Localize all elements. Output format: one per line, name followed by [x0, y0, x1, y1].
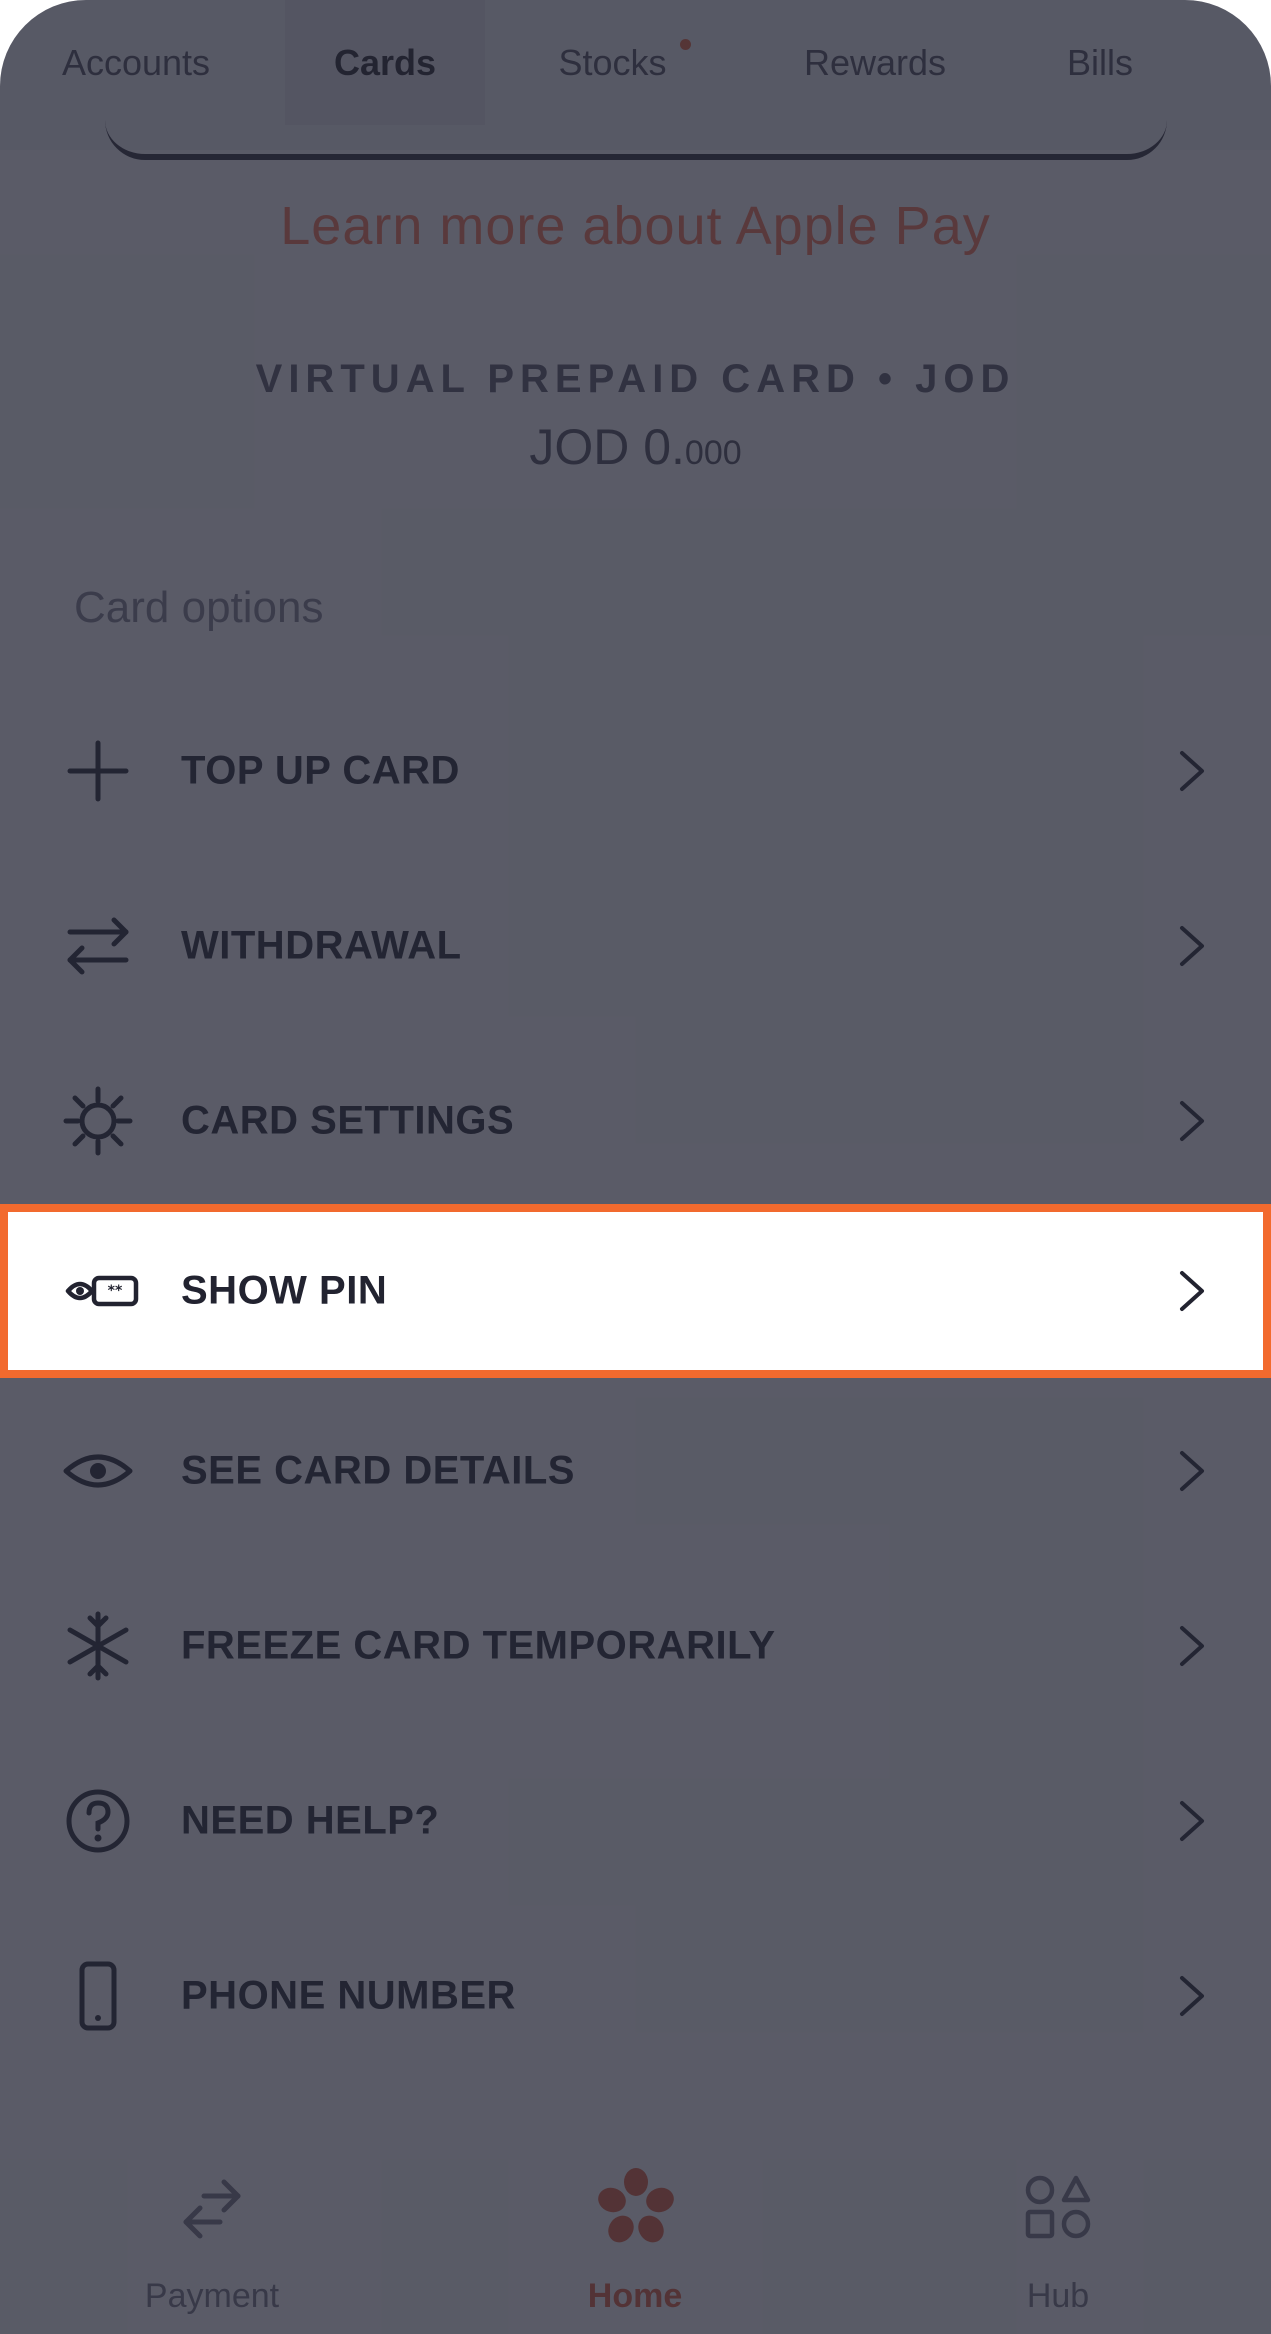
option-top-up-card[interactable]: TOP UP CARD: [0, 683, 1271, 858]
option-label: NEED HELP?: [181, 1798, 440, 1842]
option-label: FREEZE CARD TEMPORARILY: [181, 1623, 776, 1667]
pin-eye-icon: **: [65, 1275, 139, 1307]
tab-rewards[interactable]: Rewards: [770, 0, 980, 125]
nav-payment[interactable]: Payment: [62, 2142, 362, 2334]
svg-text:**: **: [108, 1283, 123, 1299]
hub-shapes-icon: [1025, 2175, 1091, 2239]
question-icon: [66, 1789, 130, 1852]
option-label: SHOW PIN: [181, 1268, 388, 1313]
option-need-help[interactable]: NEED HELP?: [0, 1733, 1271, 1908]
option-label: PHONE NUMBER: [181, 1973, 516, 2017]
card-options-screen: Accounts Cards Stocks Rewards Bills Lear…: [0, 0, 1271, 2334]
plus-icon: [67, 740, 129, 801]
apple-pay-link[interactable]: Learn more about Apple Pay: [0, 195, 1271, 257]
chevron-right-icon: [1180, 1271, 1204, 1311]
option-label: WITHDRAWAL: [181, 923, 462, 967]
option-label: SEE CARD DETAILS: [181, 1448, 575, 1492]
card-type-label: VIRTUAL PREPAID CARD • JOD: [255, 357, 1016, 401]
card-image-edge: [105, 120, 1167, 160]
tab-accounts[interactable]: Accounts: [20, 0, 252, 125]
gear-icon: [63, 1086, 133, 1155]
chevron-right-icon: [1180, 750, 1204, 791]
chevron-right-icon: [1180, 1975, 1204, 2016]
phone-icon: [79, 1961, 117, 2030]
tab-stocks[interactable]: Stocks: [520, 0, 705, 125]
nav-hub[interactable]: Hub: [908, 2142, 1208, 2334]
transfer-arrows-icon: [67, 917, 129, 974]
chevron-right-icon: [1180, 1100, 1204, 1141]
nav-label: Payment: [144, 2277, 280, 2315]
option-phone-number[interactable]: PHONE NUMBER: [0, 1908, 1271, 2083]
nav-home[interactable]: Home: [485, 2142, 785, 2334]
home-flower-icon: [598, 2168, 674, 2243]
option-card-settings[interactable]: CARD SETTINGS: [0, 1033, 1271, 1208]
nav-label: Hub: [1026, 2277, 1090, 2315]
tab-bills[interactable]: Bills: [1040, 0, 1160, 125]
eye-icon: [63, 1454, 133, 1487]
option-see-card-details[interactable]: SEE CARD DETAILS: [0, 1383, 1271, 1558]
snowflake-icon: [67, 1611, 129, 1680]
bottom-navigation: Payment Home Hub: [0, 2142, 1271, 2334]
option-withdrawal[interactable]: WITHDRAWAL: [0, 858, 1271, 1033]
card-balance: JOD 0.000: [0, 418, 1271, 476]
chevron-right-icon: [1180, 1450, 1204, 1491]
chevron-right-icon: [1180, 925, 1204, 966]
option-freeze-card[interactable]: FREEZE CARD TEMPORARILY: [0, 1558, 1271, 1733]
option-label: CARD SETTINGS: [181, 1098, 515, 1142]
option-show-pin[interactable]: ** SHOW PIN: [0, 1204, 1271, 1378]
option-label: TOP UP CARD: [181, 748, 460, 792]
chevron-right-icon: [1180, 1625, 1204, 1666]
balance-fraction: 000: [684, 434, 742, 472]
card-options-title: Card options: [74, 583, 324, 632]
payment-arrows-icon: [183, 2179, 241, 2239]
chevron-right-icon: [1180, 1800, 1204, 1841]
tab-cards[interactable]: Cards: [285, 0, 485, 125]
nav-label: Home: [587, 2277, 683, 2315]
stocks-notification-dot: [680, 39, 691, 50]
balance-main: JOD 0.: [529, 419, 685, 475]
